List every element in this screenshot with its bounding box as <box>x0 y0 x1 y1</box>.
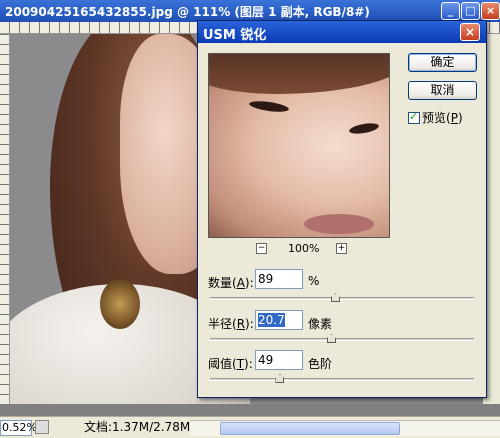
minimize-icon: _ <box>447 4 454 17</box>
document-size: 文档:1.37M/2.78M <box>84 420 191 434</box>
radius-unit: 像素 <box>308 317 333 331</box>
preview-eye <box>248 99 290 114</box>
maximize-button[interactable]: □ <box>461 2 480 20</box>
minimize-button[interactable]: _ <box>441 2 460 20</box>
check-icon: ✓ <box>409 110 419 123</box>
radius-input[interactable]: 20.7 <box>255 310 303 330</box>
threshold-label-pre: 阈值( <box>208 357 237 371</box>
radius-value: 20.7 <box>258 313 285 327</box>
zoom-in-icon: + <box>337 243 346 253</box>
radius-label-post: ): <box>245 317 254 331</box>
zoom-out-button[interactable]: − <box>256 243 267 254</box>
zoom-in-button[interactable]: + <box>336 243 347 254</box>
amount-label-post: ): <box>244 276 254 290</box>
checkbox-box[interactable]: ✓ <box>408 110 420 124</box>
horizontal-scrollbar-thumb[interactable] <box>220 422 400 435</box>
dialog-close-button[interactable]: × <box>460 23 480 41</box>
preview-hair <box>209 54 389 94</box>
amount-label-pre: 数量( <box>208 276 237 290</box>
status-info-icon[interactable] <box>35 420 49 434</box>
preview-image[interactable] <box>208 53 390 238</box>
maximize-icon: □ <box>465 4 476 17</box>
photo-necklace <box>100 279 140 329</box>
radius-label-pre: 半径( <box>208 317 237 331</box>
zoom-field[interactable]: 0.52% <box>0 420 37 436</box>
ok-button[interactable]: 确定 <box>408 53 477 72</box>
close-icon: × <box>464 25 476 39</box>
amount-label: 数量(A): <box>208 274 254 291</box>
amount-slider-thumb[interactable] <box>330 293 340 302</box>
vertical-ruler <box>0 34 10 404</box>
dialog-title: USM 锐化 <box>203 28 267 43</box>
radius-slider-thumb[interactable] <box>326 334 336 343</box>
amount-value: 89 <box>258 272 274 286</box>
radius-slider[interactable] <box>210 338 474 341</box>
document-title: 20090425165432855.jpg @ 111% (图层 1 副本, R… <box>5 5 370 19</box>
preview-label-key: P <box>450 111 458 125</box>
preview-label-pre: 预览( <box>422 111 451 125</box>
radius-label: 半径(R): <box>208 315 254 332</box>
threshold-unit: 色阶 <box>308 357 333 371</box>
radius-label-key: R <box>236 317 246 331</box>
amount-label-key: A <box>236 276 245 290</box>
document-title-bar[interactable]: 20090425165432855.jpg @ 111% (图层 1 副本, R… <box>0 0 500 22</box>
status-bar: 0.52% 文档:1.37M/2.78M <box>0 416 500 438</box>
cancel-button[interactable]: 取消 <box>408 81 477 100</box>
preview-eye <box>348 121 380 136</box>
threshold-value: 49 <box>258 353 274 367</box>
threshold-slider[interactable] <box>210 378 474 381</box>
unsharp-mask-dialog: USM 锐化 × − 100% + 确定 取消 ✓ 预览(P) 数量(A): 89… <box>197 20 487 398</box>
amount-input[interactable]: 89 <box>255 269 303 289</box>
zoom-out-icon: − <box>257 243 266 253</box>
close-button[interactable]: × <box>481 2 500 20</box>
threshold-label-key: T <box>236 357 245 371</box>
dialog-title-bar[interactable]: USM 锐化 <box>198 21 486 43</box>
horizontal-scrollbar[interactable] <box>190 420 500 436</box>
preview-label-post: ) <box>457 111 463 125</box>
close-icon: × <box>485 4 496 17</box>
threshold-input[interactable]: 49 <box>255 350 303 370</box>
amount-unit: % <box>308 274 320 288</box>
threshold-label: 阈值(T): <box>208 355 253 372</box>
amount-slider[interactable] <box>210 297 474 300</box>
preview-checkbox[interactable]: ✓ 预览(P) <box>408 109 463 126</box>
preview-lips <box>304 214 374 234</box>
threshold-slider-thumb[interactable] <box>275 374 285 383</box>
threshold-label-post: ): <box>244 357 253 371</box>
zoom-level: 100% <box>288 242 320 255</box>
